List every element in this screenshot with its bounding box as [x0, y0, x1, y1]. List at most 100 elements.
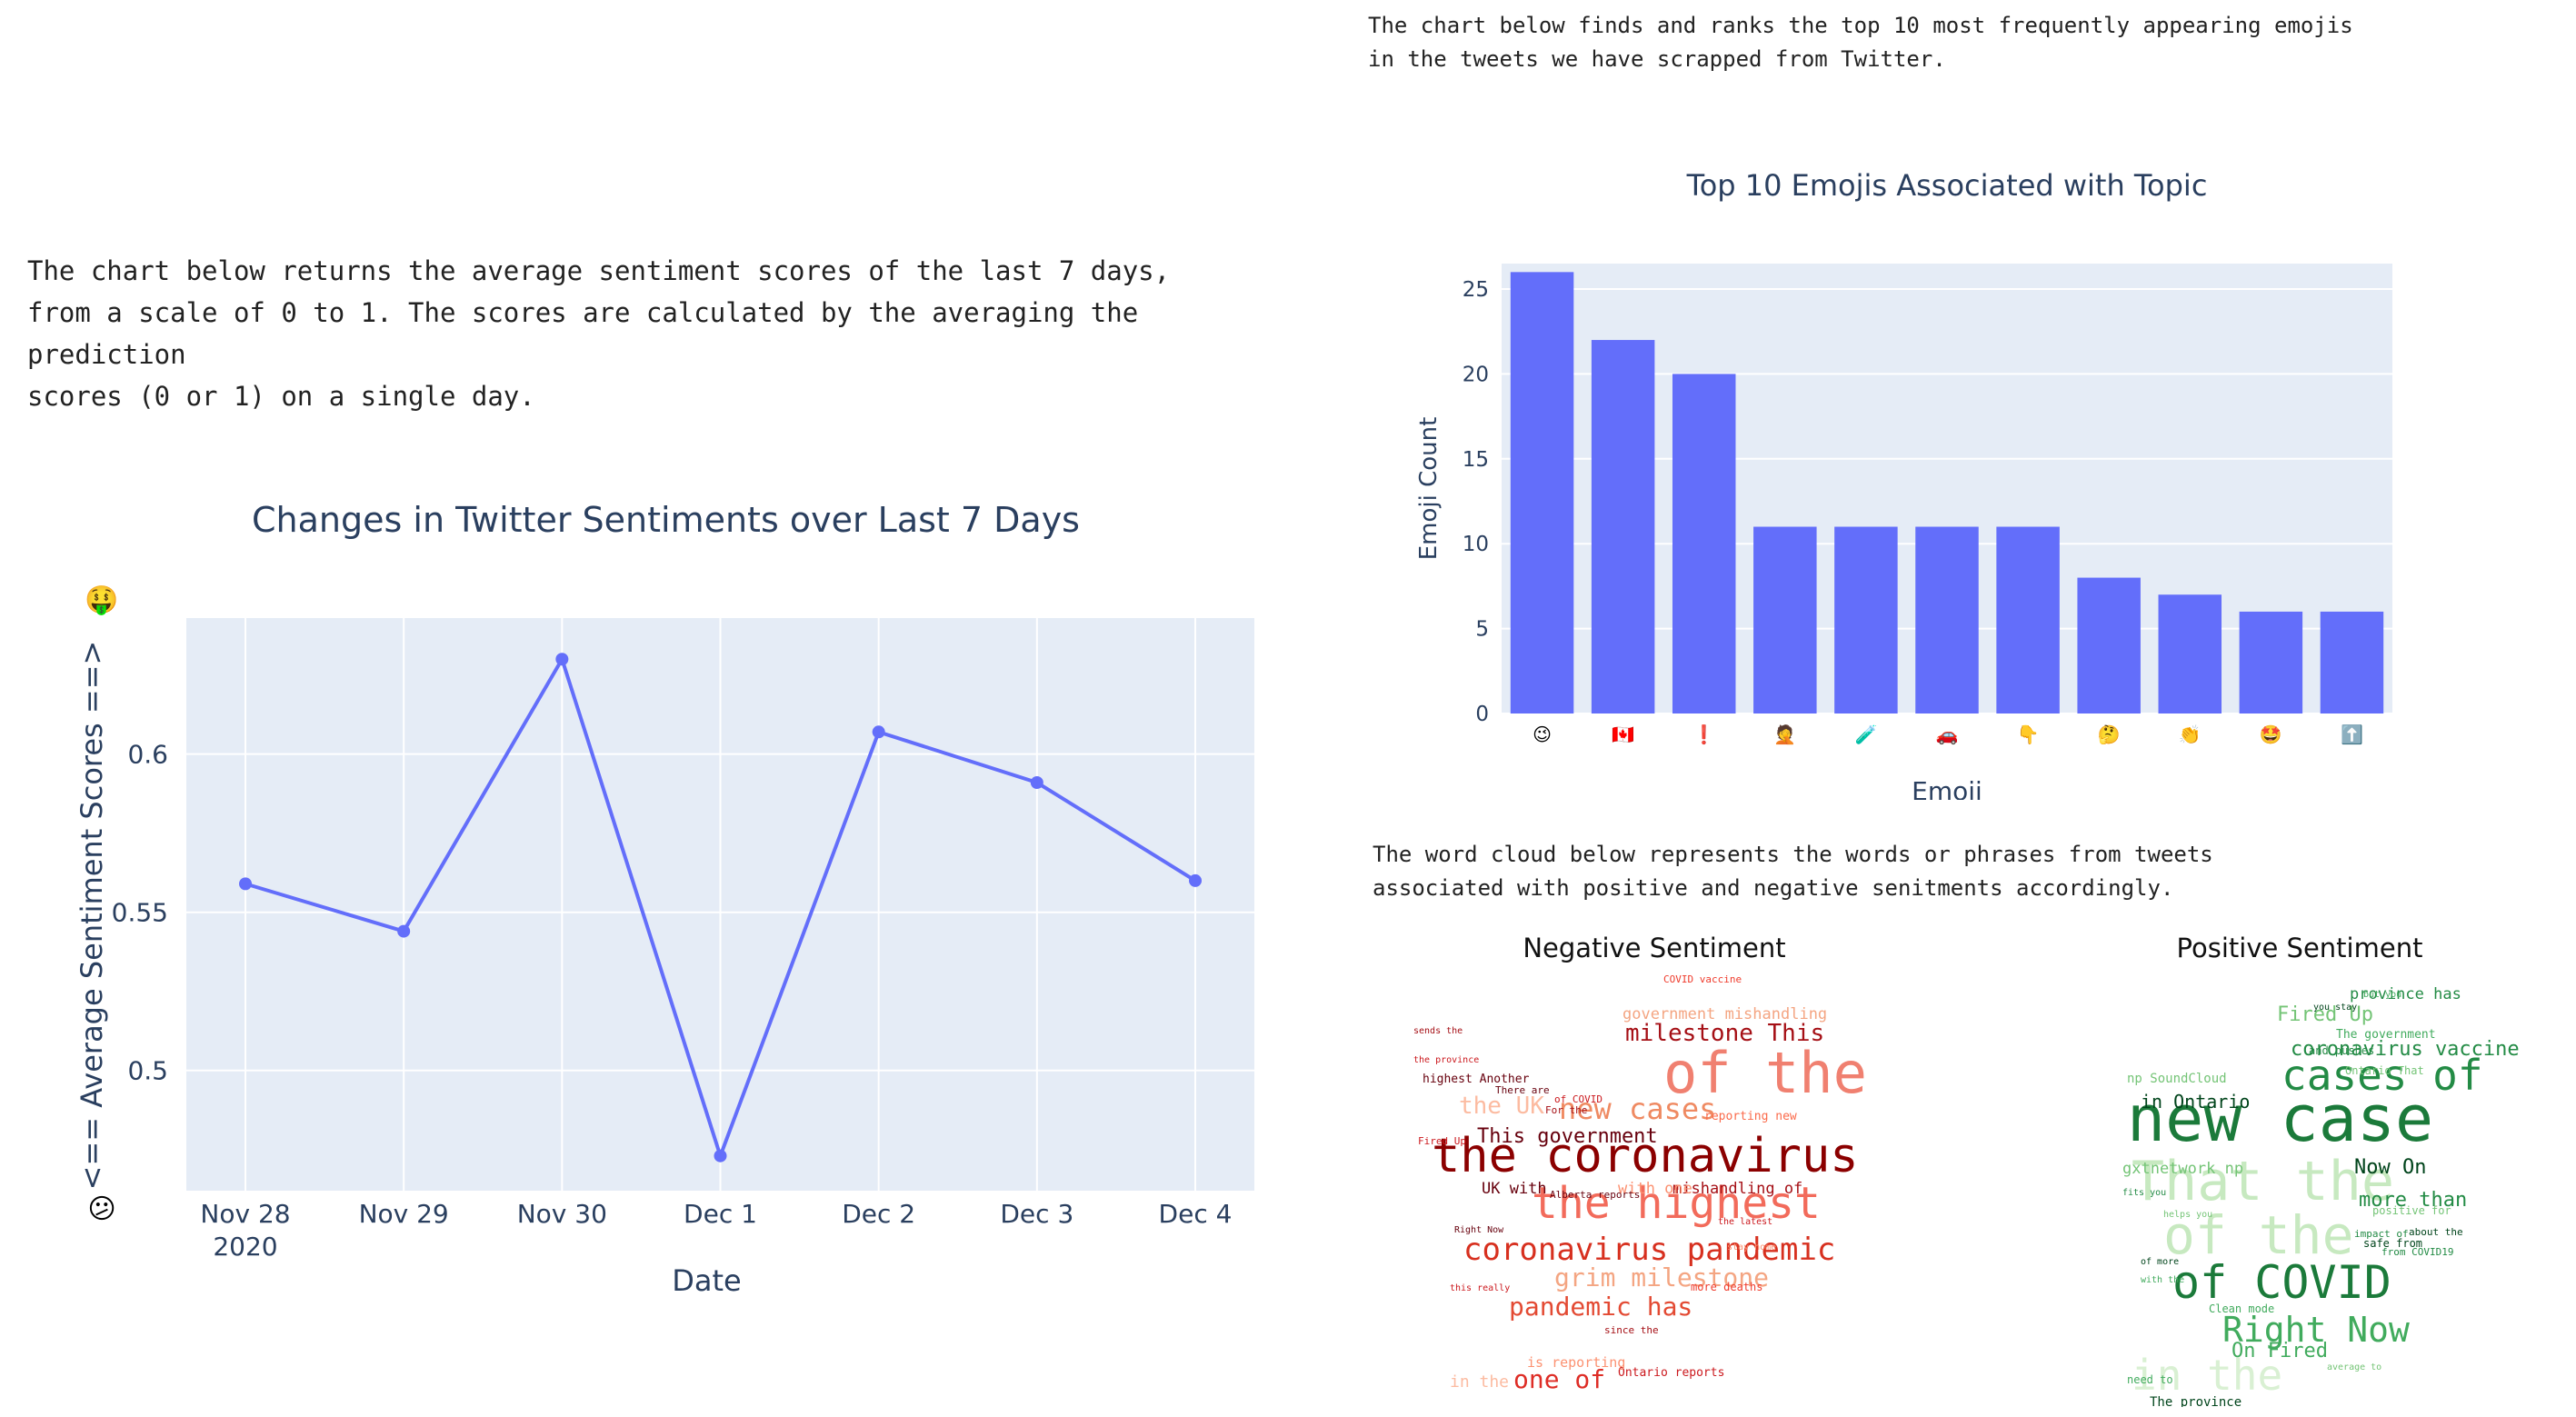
positive-wordcloud: new case That the cases of of the of COVID Ri…	[2045, 971, 2563, 1408]
x-tick-label: Nov 30	[517, 1199, 607, 1229]
wordcloud-word: impact of	[2354, 1228, 2409, 1240]
wordcloud-word: of more	[2141, 1257, 2180, 1267]
wordcloud-word: in the	[1450, 1372, 1510, 1392]
sentiment-line-chart: Changes in Twitter Sentiments over Last …	[75, 500, 1254, 1298]
x-tick-emoji: 🤦	[1773, 723, 1796, 745]
emoji-bar	[1996, 526, 2060, 713]
y-tick-label: 0.5	[127, 1056, 168, 1086]
wordcloud-word: stay home	[1727, 1242, 1777, 1252]
x-tick-emoji: 🇨🇦	[1612, 723, 1634, 745]
wordcloud-word: the UK	[1459, 1093, 1544, 1120]
wordcloud-word: This government	[1477, 1125, 1658, 1148]
y-axis-top-emoji: 🤑	[85, 584, 118, 616]
wordcloud-word: On Fired	[2232, 1340, 2328, 1362]
wordcloud-word: milestone This	[1625, 1020, 1825, 1047]
wordcloud-word: The province	[2150, 1395, 2242, 1407]
wordcloud-word: reporting new	[1704, 1110, 1797, 1123]
wordcloud-word: pandemic has	[1509, 1292, 1693, 1322]
wordcloud-word: in Ontario	[2141, 1091, 2251, 1113]
wordcloud-word: with the	[2141, 1275, 2185, 1285]
bar-x-axis-title: Emoji	[1912, 776, 1982, 800]
wordcloud-word: need to	[2127, 1373, 2173, 1386]
wordcloud-word: Now On	[2354, 1156, 2427, 1179]
wordcloud-word: is reporting	[1527, 1354, 1626, 1371]
wordcloud-word: of COVID	[1554, 1093, 1603, 1105]
wordcloud-word: fits you	[2122, 1188, 2167, 1198]
wordcloud-word: coronavirus pandemic	[1463, 1232, 1836, 1268]
sentiment-point	[714, 1149, 727, 1163]
y-tick-label: 0	[1475, 703, 1489, 726]
negative-cloud-title: Negative Sentiment	[1523, 933, 1786, 963]
x-tick-emoji: 🧪	[1854, 723, 1877, 745]
wordcloud-word: more deaths	[1691, 1281, 1763, 1293]
x-tick-label: 2020	[213, 1232, 277, 1262]
positive-cloud-title: Positive Sentiment	[2176, 933, 2423, 963]
wordcloud-word: gxtnetwork np	[2122, 1160, 2244, 1178]
wordcloud-word: Alberta reports	[1550, 1189, 1641, 1201]
wordcloud-word: the province	[1413, 1055, 1480, 1065]
x-tick-emoji: 🤩	[2260, 723, 2282, 745]
emoji-bar	[2158, 594, 2222, 713]
x-tick-label: Dec 2	[842, 1199, 915, 1229]
emoji-bar	[2239, 611, 2303, 713]
y-tick-label: 5	[1475, 618, 1489, 642]
sentiment-point	[1189, 873, 1202, 887]
wordcloud-word: about the	[2409, 1226, 2463, 1238]
x-tick-label: Nov 28	[200, 1199, 290, 1229]
x-tick-emoji: 👇	[2017, 723, 2040, 745]
emoji-bar	[1591, 340, 1655, 713]
wordcloud-word: of COVID	[2172, 1256, 2391, 1309]
wordcloud-word: from COVID19	[2381, 1246, 2454, 1258]
emoji-chart-description: The chart below finds and ranks the top …	[1368, 13, 2353, 72]
wordcloud-word: one of	[1513, 1364, 1606, 1394]
wordcloud-word: but you	[2363, 990, 2402, 1000]
x-tick-emoji: 😉	[1533, 723, 1552, 745]
x-tick-emoji: 🚗	[1936, 723, 1959, 745]
wordcloud-word: the latest	[1718, 1217, 1773, 1227]
wordcloud-word: For the	[1545, 1104, 1588, 1116]
sentiment-chart-description: The chart below returns the average sent…	[27, 255, 1171, 412]
emoji-bar	[2320, 611, 2384, 713]
y-tick-label: 10	[1463, 533, 1489, 556]
emoji-bar	[1915, 526, 1979, 713]
wordcloud-word: Ontario reports	[1618, 1366, 1725, 1380]
wordcloud-word: since the	[1604, 1324, 1659, 1336]
wordcloud-word: you stay	[2313, 1003, 2358, 1013]
sentiment-point	[872, 725, 885, 739]
wordcloud-word: np SoundCloud	[2127, 1072, 2227, 1086]
wordcloud-word: The government	[2336, 1028, 2436, 1042]
y-tick-label: 15	[1463, 448, 1489, 472]
x-tick-emoji: ⬆️	[2341, 723, 2363, 745]
wordcloud-word: COVID vaccine	[1663, 973, 1742, 985]
y-tick-label: 0.55	[112, 898, 168, 928]
wordcloud-word: Ontario That	[2345, 1064, 2424, 1077]
y-axis-bottom-emoji: 😕	[87, 1193, 115, 1225]
emoji-bar	[1753, 526, 1817, 713]
bar-chart-title: Top 10 Emojis Associated with Topic	[1686, 168, 2208, 203]
x-tick-label: Nov 29	[359, 1199, 449, 1229]
y-tick-label: 20	[1463, 363, 1489, 386]
sentiment-point	[555, 653, 569, 666]
x-tick-emoji: 👏	[2179, 723, 2202, 745]
wordcloud-word: this really	[1450, 1283, 1511, 1293]
wordcloud-word: average to	[2327, 1362, 2382, 1372]
negative-wordcloud: the coronavirus of the the highest coronavi…	[1391, 971, 1918, 1407]
wordcloud-word: sends the	[1413, 1026, 1463, 1036]
line-x-axis-title: Date	[672, 1263, 741, 1298]
emoji-bar	[1672, 374, 1736, 713]
wordcloud-word: Right Now	[1454, 1225, 1504, 1235]
line-y-axis-title: <== Average Sentiment Scores ==>	[75, 641, 109, 1191]
wordcloud-word: Fired Up	[1418, 1135, 1466, 1147]
wordcloud-word: and pushes	[2309, 1044, 2375, 1057]
sentiment-point	[397, 924, 411, 938]
bar-y-axis-title: Emoji Count	[1415, 417, 1443, 561]
x-tick-label: Dec 3	[1000, 1199, 1073, 1229]
x-tick-emoji: 🤔	[2098, 723, 2121, 745]
wordcloud-word: Clean mode	[2209, 1302, 2275, 1315]
emoji-bar	[2077, 577, 2141, 713]
x-tick-label: Dec 4	[1159, 1199, 1233, 1229]
wordcloud-word: UK with	[1482, 1180, 1547, 1198]
wordcloud-word: helps you	[2163, 1210, 2213, 1220]
emoji-bar	[1510, 272, 1574, 713]
emoji-bar-chart: Top 10 Emojis Associated with Topic 0 5 10 1…	[1415, 168, 2392, 800]
